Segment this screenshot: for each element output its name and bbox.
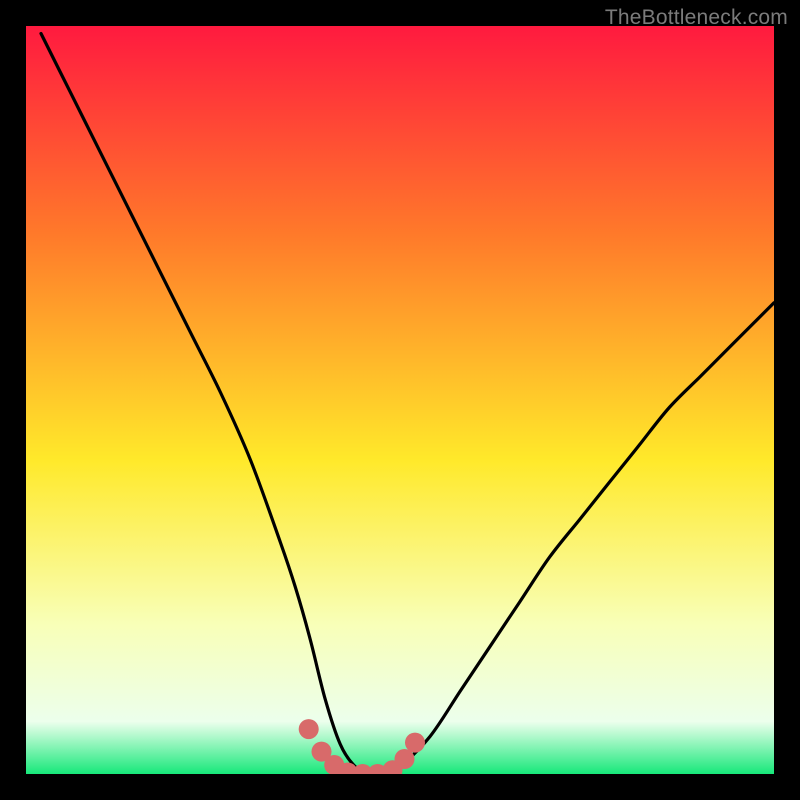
highlight-point: [405, 733, 425, 753]
chart-frame: [26, 26, 774, 774]
highlight-point: [395, 749, 415, 769]
highlight-point: [299, 719, 319, 739]
watermark-text: TheBottleneck.com: [605, 6, 788, 30]
bottleneck-chart: [26, 26, 774, 774]
chart-background: [26, 26, 774, 774]
